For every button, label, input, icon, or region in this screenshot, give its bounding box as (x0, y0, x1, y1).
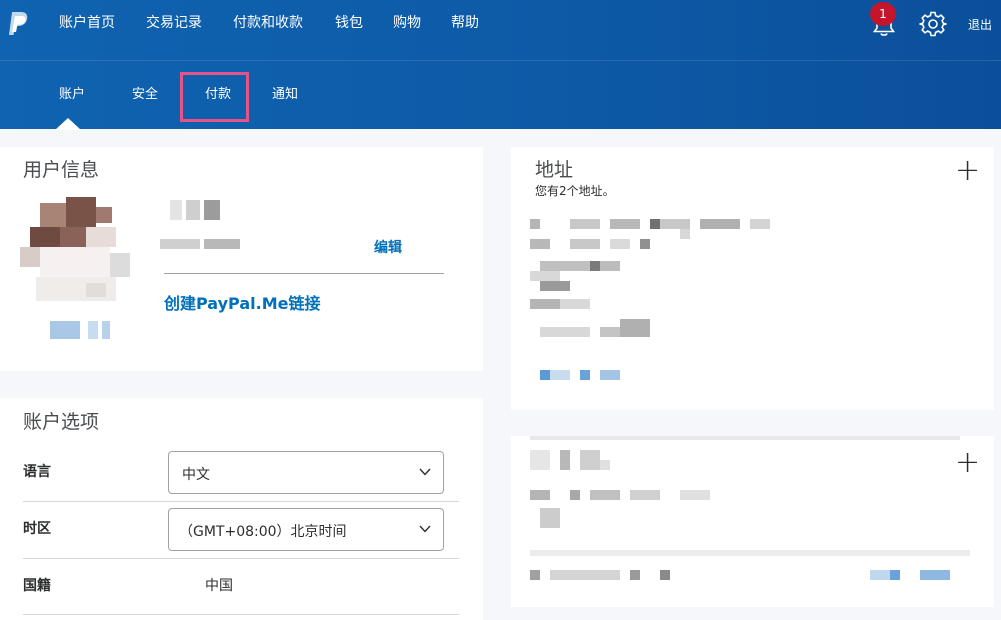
secondary-card: + (511, 436, 994, 607)
gear-icon[interactable] (919, 10, 947, 38)
address-link[interactable] (540, 370, 630, 380)
account-options-card: 账户选项 语言 中文 时区 （GMT+08:00）北京时间 国籍 中国 (0, 398, 483, 620)
nationality-value: 中国 (205, 578, 233, 594)
timezone-label: 时区 (23, 521, 51, 537)
logout-link[interactable]: 退出 (968, 16, 992, 33)
user-name (160, 200, 220, 220)
notification-badge[interactable]: 1 (870, 2, 896, 26)
secondary-card-top-line (530, 436, 960, 440)
header-divider (0, 60, 1001, 61)
nav-help[interactable]: 帮助 (451, 14, 479, 32)
nav-transactions[interactable]: 交易记录 (146, 14, 202, 32)
paypal-logo[interactable] (6, 10, 30, 38)
tab-account[interactable]: 账户 (59, 87, 85, 103)
header: 账户首页 交易记录 付款和收款 钱包 购物 帮助 1 退出 账户 安全 付款 通… (0, 0, 1001, 130)
secondary-card-meta (530, 570, 680, 580)
secondary-card-details (530, 490, 720, 530)
nav-shopping[interactable]: 购物 (393, 14, 421, 32)
account-options-title: 账户选项 (23, 411, 100, 433)
chevron-down-icon (419, 525, 431, 533)
secondary-card-link[interactable] (870, 570, 950, 580)
user-info-title: 用户信息 (23, 159, 100, 181)
timezone-value: （GMT+08:00）北京时间 (179, 524, 347, 540)
nav-wallet[interactable]: 钱包 (335, 14, 363, 32)
tab-security[interactable]: 安全 (132, 87, 158, 103)
top-nav-bar: 账户首页 交易记录 付款和收款 钱包 购物 帮助 1 退出 (0, 0, 1001, 60)
address-card: 地址 您有2个地址。 + (511, 147, 994, 410)
secondary-card-divider (530, 550, 970, 556)
row-divider (23, 614, 459, 615)
create-paypal-me-link[interactable]: 创建PayPal.Me链接 (164, 290, 320, 314)
address-subtitle: 您有2个地址。 (535, 184, 615, 198)
nationality-label: 国籍 (23, 578, 51, 594)
timezone-select[interactable]: （GMT+08:00）北京时间 (168, 508, 444, 551)
avatar-caption (50, 321, 110, 339)
user-info-card: 用户信息 编辑 创建PayPal.Me链接 (0, 147, 483, 371)
nav-account-home[interactable]: 账户首页 (59, 14, 115, 32)
active-tab-indicator (55, 118, 81, 130)
language-value: 中文 (182, 467, 210, 483)
language-label: 语言 (23, 464, 51, 480)
address-details (530, 219, 780, 337)
language-select[interactable]: 中文 (168, 451, 444, 494)
add-secondary-button[interactable]: + (955, 448, 980, 478)
user-info-divider (164, 273, 444, 274)
user-email (160, 239, 240, 249)
address-title: 地址 (535, 159, 574, 181)
edit-link[interactable]: 编辑 (374, 237, 402, 257)
chevron-down-icon (419, 468, 431, 476)
tab-notifications[interactable]: 通知 (272, 87, 298, 103)
row-divider (23, 501, 459, 502)
avatar[interactable] (20, 197, 136, 307)
payments-tab-highlight (180, 72, 249, 122)
nav-send-receive[interactable]: 付款和收款 (233, 14, 303, 32)
row-divider (23, 558, 459, 559)
add-address-button[interactable]: + (955, 156, 980, 186)
secondary-card-title (530, 450, 620, 472)
